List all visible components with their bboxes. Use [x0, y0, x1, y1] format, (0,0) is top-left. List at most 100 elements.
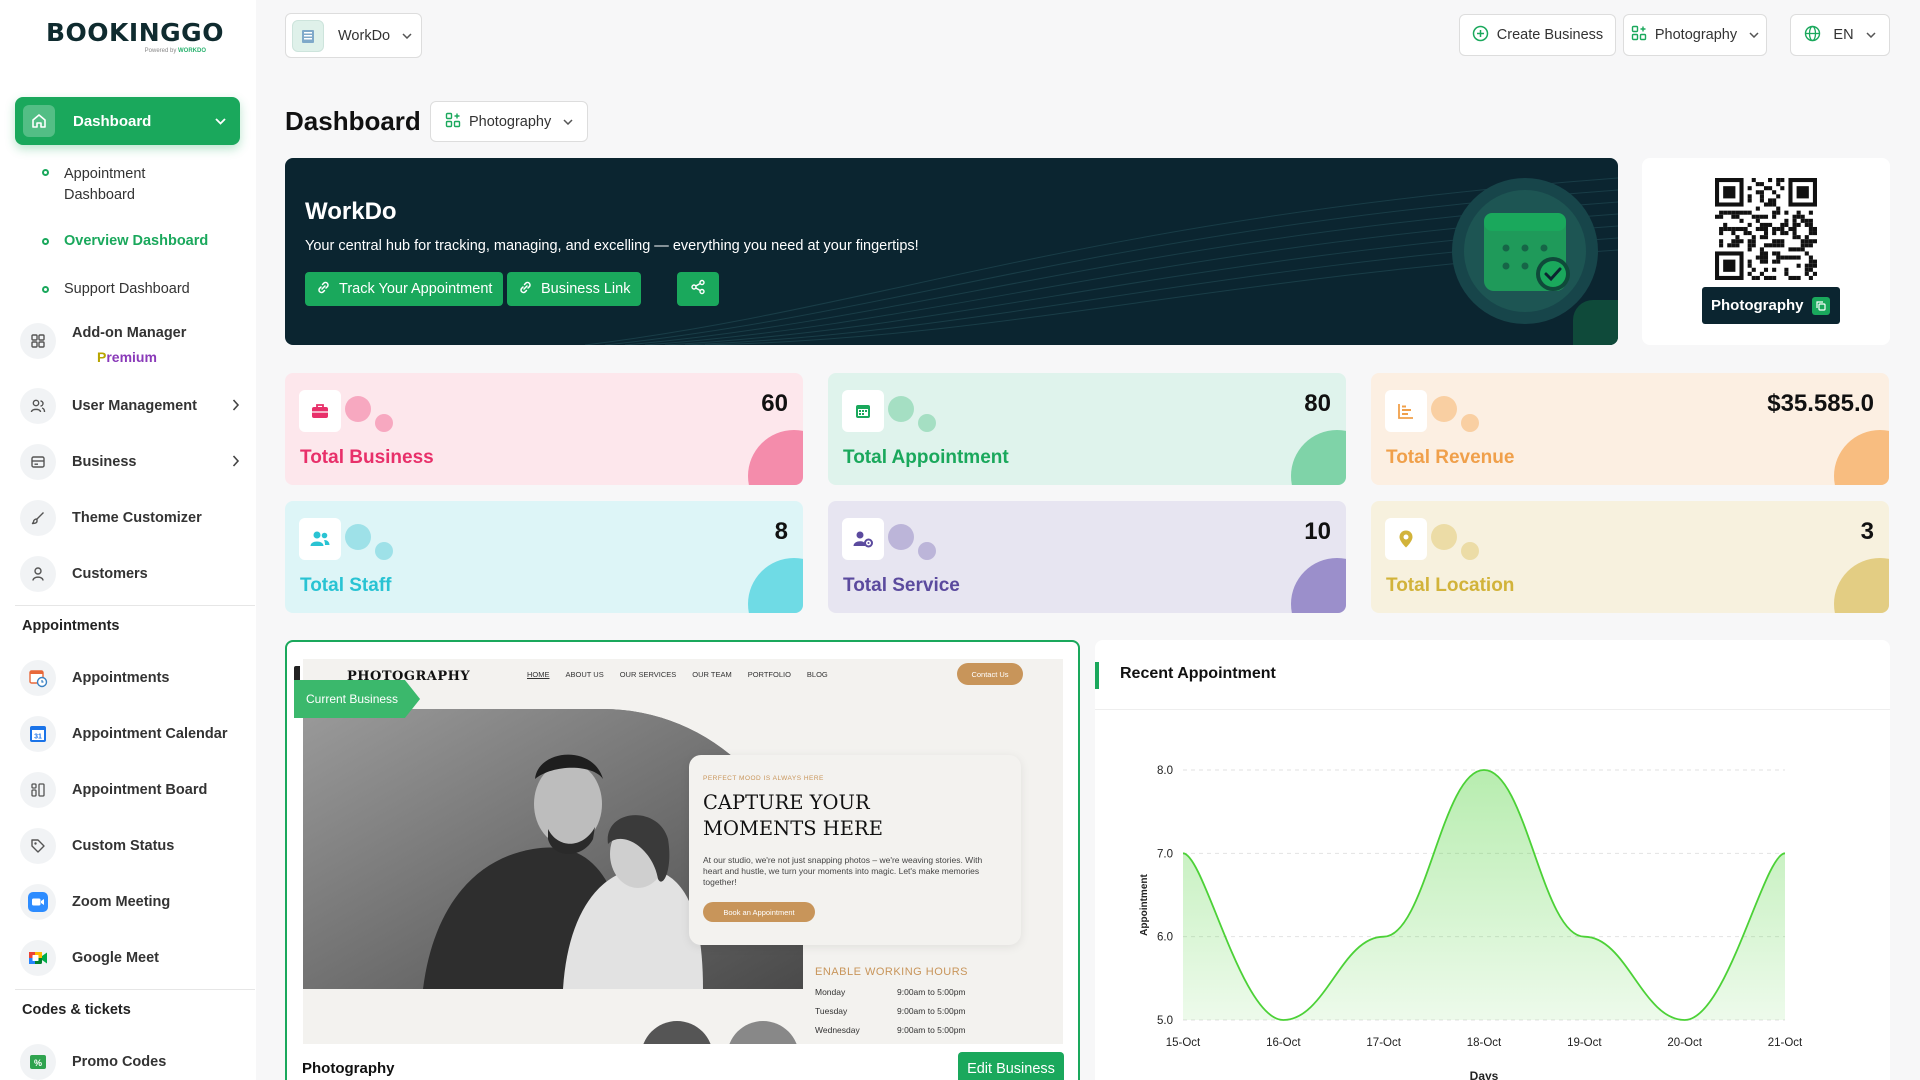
business-website-preview[interactable]: PHOTOGRAPHY HOME ABOUT US OUR SERVICES O…: [303, 659, 1063, 1044]
preview-hours-list: Monday 9:00am to 5:00pm Tuesday 9:00am to …: [815, 987, 966, 1044]
sidebar-item-theme-customizer[interactable]: Theme Customizer: [20, 500, 240, 536]
stat-card-total-business[interactable]: Total Business 60: [285, 373, 803, 485]
y-tick-label: 7.0: [1157, 848, 1173, 860]
sidebar-item-custom-status[interactable]: Custom Status: [20, 828, 240, 864]
x-tick-label: 15-Oct: [1166, 1037, 1201, 1049]
hours-time: 9:00am to 5:00pm: [897, 1006, 966, 1016]
hours-day: Wednesday: [815, 1025, 860, 1035]
location-pin-icon: [1385, 518, 1427, 560]
stat-value: 3: [1860, 518, 1874, 545]
sidebar-item-business[interactable]: Business: [20, 444, 240, 480]
preview-hours-title: ENABLE WORKING HOURS: [815, 966, 969, 978]
business-filter-value: Photography: [469, 113, 552, 130]
stat-label: Total Revenue: [1386, 447, 1515, 468]
business-link-button[interactable]: Business Link: [507, 272, 642, 306]
workspace-name: WorkDo: [338, 27, 391, 44]
workspace-switcher[interactable]: WorkDo: [285, 13, 422, 58]
sidebar-item-customers[interactable]: Customers: [20, 556, 240, 592]
sidebar-item-google-meet[interactable]: Google Meet: [20, 940, 240, 976]
sidebar-item-user-management[interactable]: User Management: [20, 388, 240, 424]
y-tick-label: 8.0: [1157, 765, 1173, 777]
preview-book-button: Book an Appointment: [703, 902, 815, 922]
tag-icon: [20, 828, 56, 864]
stat-label: Total Service: [843, 575, 960, 596]
stat-card-total-location[interactable]: Total Location 3: [1371, 501, 1889, 613]
brush-icon: [20, 500, 56, 536]
preview-paragraph: At our studio, we're not just snapping p…: [703, 855, 983, 887]
preview-kicker: PERFECT MOOD IS ALWAYS HERE: [703, 775, 824, 782]
corner-decoration: [1291, 430, 1346, 485]
appointment-area-chart[interactable]: 8.0 7.0 6.0 5.0 15-Oct 16-Oct 17-Oct 18-Oct 19-O…: [1095, 710, 1890, 1080]
bubble-decoration: [1431, 396, 1457, 422]
sidebar-item-label: Google Meet: [72, 950, 160, 966]
sidebar-item-label: Promo Codes: [72, 1054, 167, 1070]
stat-value: 80: [1304, 390, 1331, 417]
preview-portfolio-thumb: [727, 1021, 799, 1044]
hours-row: Monday 9:00am to 5:00pm: [815, 987, 966, 1006]
qr-code[interactable]: [1715, 178, 1817, 280]
sidebar-subitem-overview-dashboard[interactable]: Overview Dashboard: [42, 233, 208, 249]
track-appointment-label: Track Your Appointment: [339, 281, 493, 297]
chevron-down-icon: [215, 114, 226, 128]
hours-day: Monday: [815, 987, 846, 997]
subitem-label: Appointment Dashboard: [64, 166, 146, 203]
preview-nav-item: PORTFOLIO: [747, 670, 791, 679]
business-name: Photography: [302, 1060, 395, 1077]
preview-nav-item: OUR TEAM: [692, 670, 732, 679]
recent-appointment-card: Recent Appointment 8.0 7.0 6.0 5.0 15-Oct 16-…: [1095, 640, 1890, 1080]
sidebar-item-appointments[interactable]: Appointments: [20, 660, 240, 696]
qr-business-label[interactable]: Photography: [1702, 287, 1840, 324]
share-button[interactable]: [677, 272, 719, 306]
sidebar-subitem-appointment-dashboard[interactable]: Appointment Dashboard: [42, 164, 192, 206]
x-axis-label: Days: [1470, 1069, 1499, 1080]
apps-icon: [1631, 25, 1647, 45]
sidebar-item-label: Appointment Calendar: [72, 726, 228, 742]
sidebar-subitem-support-dashboard[interactable]: Support Dashboard: [42, 281, 190, 297]
sidebar-item-zoom-meeting[interactable]: Zoom Meeting: [20, 884, 240, 920]
welcome-banner: WorkDo Your central hub for tracking, ma…: [285, 158, 1618, 345]
sidebar-item-promo-codes[interactable]: % Promo Codes: [20, 1044, 240, 1080]
sidebar-item-label: Appointments: [72, 670, 170, 686]
sidebar-item-appointment-calendar[interactable]: 31 Appointment Calendar: [20, 716, 240, 752]
create-business-label: Create Business: [1496, 27, 1604, 43]
logo-powered-by: Powered by WORKDO: [144, 48, 206, 54]
business-select[interactable]: Photography: [1623, 14, 1767, 56]
building-icon: [292, 19, 324, 52]
preview-nav-item: OUR SERVICES: [619, 670, 677, 679]
preview-hero-card: PERFECT MOOD IS ALWAYS HERE CAPTURE YOUR…: [689, 755, 1021, 945]
dashboard-business-filter[interactable]: Photography: [430, 101, 588, 142]
language-select[interactable]: EN: [1790, 14, 1890, 56]
zoom-icon: [20, 884, 56, 920]
bubble-decoration: [375, 542, 393, 560]
business-select-value: Photography: [1654, 27, 1738, 43]
calendar-icon: 31: [20, 716, 56, 752]
logo-text: BOOKINGGO: [46, 18, 224, 47]
bullet-icon: [42, 286, 49, 293]
stat-card-total-appointment[interactable]: Total Appointment 80: [828, 373, 1346, 485]
qr-label-text: Photography: [1711, 297, 1804, 314]
user-cog-icon: [842, 518, 884, 560]
stat-card-total-service[interactable]: Total Service 10: [828, 501, 1346, 613]
share-icon: [690, 279, 706, 299]
sidebar-item-dashboard[interactable]: Dashboard: [15, 97, 240, 145]
calendar-check-icon: [1484, 213, 1570, 291]
hours-time: 9:00am to 5:00pm: [897, 1025, 966, 1035]
create-business-button[interactable]: Create Business: [1459, 14, 1616, 56]
stat-card-total-staff[interactable]: Total Staff 8: [285, 501, 803, 613]
apps-icon: [445, 112, 461, 132]
preview-contact-button: Contact Us: [957, 663, 1023, 685]
bullet-icon: [42, 169, 49, 176]
copy-icon[interactable]: [1811, 296, 1830, 315]
track-appointment-button[interactable]: Track Your Appointment: [305, 272, 504, 306]
header-accent-bar: [1095, 662, 1099, 689]
app-logo[interactable]: BOOKINGGO Powered by WORKDO: [46, 18, 224, 60]
preview-nav-item: ABOUT US: [565, 670, 604, 679]
sidebar-item-appointment-board[interactable]: Appointment Board: [20, 772, 240, 808]
corner-decoration: [748, 558, 803, 613]
promo-code-icon: %: [20, 1044, 56, 1080]
edit-business-button[interactable]: Edit Business: [958, 1052, 1064, 1080]
banner-corner-decoration: [1573, 300, 1618, 345]
stat-card-total-revenue[interactable]: Total Revenue $35.585.0: [1371, 373, 1889, 485]
x-tick-label: 19-Oct: [1567, 1037, 1602, 1049]
x-tick-label: 20-Oct: [1667, 1037, 1702, 1049]
